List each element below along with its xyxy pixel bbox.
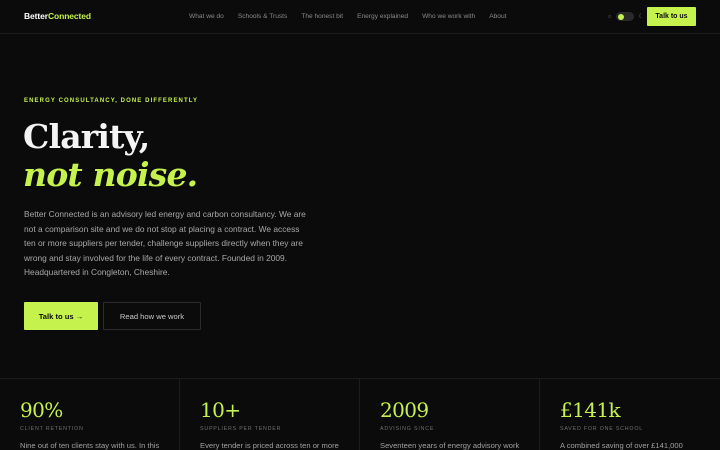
nav-who-we-work-with[interactable]: Who we work with bbox=[422, 13, 475, 20]
main-nav: What we do Schools & Trusts The honest b… bbox=[189, 13, 506, 20]
read-how-we-work-button[interactable]: Read how we work bbox=[103, 302, 201, 330]
stat-card: 10+ SUPPLIERS PER TENDER Every tender is… bbox=[180, 379, 360, 450]
stat-value: 2009 bbox=[380, 398, 429, 422]
stat-description: Every tender is priced across ten or mor… bbox=[200, 441, 339, 450]
stat-value: £141k bbox=[560, 398, 621, 422]
hero-eyebrow: ENERGY CONSULTANCY, DONE DIFFERENTLY bbox=[24, 98, 199, 104]
logo-text-better: Better bbox=[24, 11, 48, 21]
headline-line-1: Clarity, bbox=[23, 117, 150, 156]
stat-description: Seventeen years of energy advisory work bbox=[380, 441, 520, 450]
nav-energy-explained[interactable]: Energy explained bbox=[357, 13, 408, 20]
hero-headline: Clarity, not noise. bbox=[23, 117, 198, 194]
talk-to-us-header-button[interactable]: Talk to us bbox=[647, 7, 696, 26]
stat-label: SAVED FOR ONE SCHOOL bbox=[560, 426, 644, 432]
sun-icon: ☼ bbox=[607, 13, 613, 20]
stat-card: £141k SAVED FOR ONE SCHOOL A combined sa… bbox=[540, 379, 720, 450]
hero-intro: Better Connected is an advisory led ener… bbox=[24, 209, 306, 278]
nav-what-we-do[interactable]: What we do bbox=[189, 13, 224, 20]
stat-description: A combined saving of over £141,000 bbox=[560, 441, 683, 450]
stats-strip: 90% CLIENT RETENTION Nine out of ten cli… bbox=[0, 378, 720, 450]
site-header: BetterConnected What we do Schools & Tru… bbox=[0, 0, 720, 34]
theme-switch[interactable] bbox=[615, 12, 634, 21]
theme-switch-knob bbox=[617, 13, 624, 20]
logo[interactable]: BetterConnected bbox=[24, 11, 91, 21]
nav-about[interactable]: About bbox=[489, 13, 506, 20]
stat-value: 10+ bbox=[200, 398, 241, 422]
moon-icon: ☾ bbox=[638, 14, 644, 20]
stat-card: 2009 ADVISING SINCE Seventeen years of e… bbox=[360, 379, 540, 450]
logo-text-connected: Connected bbox=[47, 11, 91, 21]
nav-honest-bit[interactable]: The honest bit bbox=[301, 13, 343, 20]
talk-to-us-button[interactable]: Talk to us → bbox=[24, 302, 98, 330]
headline-line-2: not noise. bbox=[23, 155, 198, 194]
stat-value: 90% bbox=[20, 398, 63, 422]
stat-card: 90% CLIENT RETENTION Nine out of ten cli… bbox=[0, 379, 180, 450]
stat-label: ADVISING SINCE bbox=[380, 426, 435, 432]
stat-label: CLIENT RETENTION bbox=[20, 426, 84, 432]
stat-description: Nine out of ten clients stay with us. In… bbox=[20, 441, 160, 450]
nav-schools-trusts[interactable]: Schools & Trusts bbox=[238, 13, 287, 20]
stat-label: SUPPLIERS PER TENDER bbox=[200, 426, 282, 432]
theme-toggle[interactable]: ☼ ☾ bbox=[607, 12, 644, 21]
